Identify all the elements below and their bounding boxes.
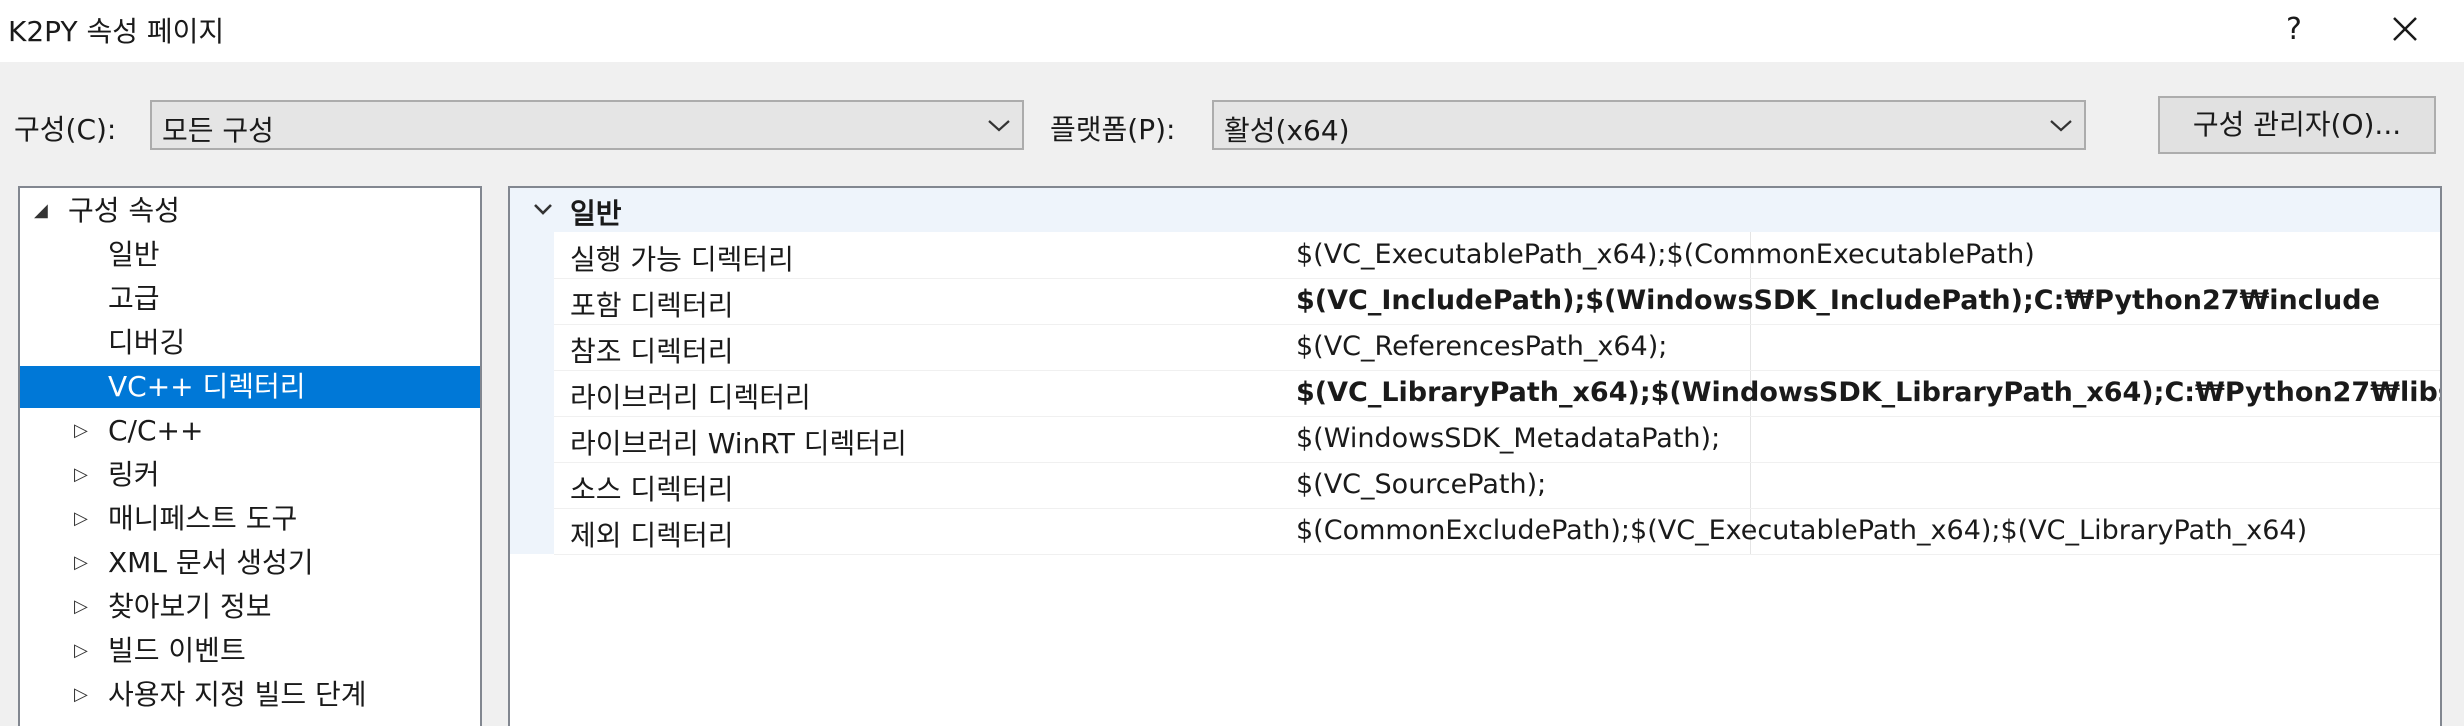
property-name: 포함 디렉터리 <box>570 289 734 322</box>
expand-triangle-icon[interactable]: ▷ <box>74 454 88 496</box>
chevron-down-icon <box>988 120 1010 132</box>
property-value[interactable]: $(CommonExcludePath);$(VC_ExecutablePath… <box>1296 515 2307 546</box>
property-name: 소스 디렉터리 <box>570 473 734 506</box>
grid-margin <box>510 232 554 554</box>
property-row-library-dirs[interactable]: 라이브러리 디렉터리 $(VC_LibraryPath_x64);$(Windo… <box>554 370 2440 417</box>
platform-label: 플랫폼(P): <box>1050 113 1176 146</box>
help-button[interactable]: ? <box>2264 4 2324 56</box>
property-name: 참조 디렉터리 <box>570 335 734 368</box>
tree-item-xml-doc-generator[interactable]: ▷ XML 문서 생성기 <box>20 542 480 584</box>
platform-dropdown[interactable]: 활성(x64) <box>1212 100 2086 150</box>
tree-item-config-properties[interactable]: ◢ 구성 속성 <box>20 190 480 232</box>
property-name: 제외 디렉터리 <box>570 519 734 552</box>
config-dropdown[interactable]: 모든 구성 <box>150 100 1024 150</box>
platform-dropdown-value: 활성(x64) <box>1224 114 1350 147</box>
property-tree: ◢ 구성 속성 일반 고급 디버깅 VC++ 디렉터리 ▷ C/C++ ▷ 링커… <box>18 186 482 726</box>
collapse-triangle-icon[interactable]: ◢ <box>34 190 48 232</box>
property-row-executable-dirs[interactable]: 실행 가능 디렉터리 $(VC_ExecutablePath_x64);$(Co… <box>554 232 2440 279</box>
close-button[interactable] <box>2370 4 2440 56</box>
tree-item-c-cpp[interactable]: ▷ C/C++ <box>20 410 480 452</box>
expand-triangle-icon[interactable]: ▷ <box>74 586 88 628</box>
property-row-reference-dirs[interactable]: 참조 디렉터리 $(VC_ReferencesPath_x64); <box>554 324 2440 371</box>
property-name: 실행 가능 디렉터리 <box>570 243 794 276</box>
tree-item-general[interactable]: 일반 <box>20 234 480 276</box>
tree-item-browse-info[interactable]: ▷ 찾아보기 정보 <box>20 586 480 628</box>
property-row-exclude-dirs[interactable]: 제외 디렉터리 $(CommonExcludePath);$(VC_Execut… <box>554 508 2440 555</box>
title-bar: K2PY 속성 페이지 ? <box>0 0 2464 62</box>
property-value[interactable]: $(VC_IncludePath);$(WindowsSDK_IncludePa… <box>1296 285 2380 316</box>
config-dropdown-value: 모든 구성 <box>162 114 274 147</box>
expand-triangle-icon[interactable]: ▷ <box>74 542 88 584</box>
expand-triangle-icon[interactable]: ▷ <box>74 498 88 540</box>
property-value[interactable]: $(VC_SourcePath); <box>1296 469 1546 500</box>
config-label: 구성(C): <box>14 113 117 146</box>
close-icon <box>2393 17 2417 41</box>
config-manager-button[interactable]: 구성 관리자(O)... <box>2158 96 2436 154</box>
window-title: K2PY 속성 페이지 <box>8 15 225 48</box>
tree-item-debugging[interactable]: 디버깅 <box>20 322 480 364</box>
category-label: 일반 <box>570 197 622 230</box>
property-value[interactable]: $(VC_ReferencesPath_x64); <box>1296 331 1667 362</box>
tree-item-manifest-tool[interactable]: ▷ 매니페스트 도구 <box>20 498 480 540</box>
tree-item-linker[interactable]: ▷ 링커 <box>20 454 480 496</box>
property-value[interactable]: $(WindowsSDK_MetadataPath); <box>1296 423 1720 454</box>
property-name: 라이브러리 WinRT 디렉터리 <box>570 427 907 460</box>
chevron-down-icon[interactable] <box>528 194 558 224</box>
property-row-winrt-library-dirs[interactable]: 라이브러리 WinRT 디렉터리 $(WindowsSDK_MetadataPa… <box>554 416 2440 463</box>
tree-item-build-events[interactable]: ▷ 빌드 이벤트 <box>20 630 480 672</box>
expand-triangle-icon[interactable]: ▷ <box>74 674 88 716</box>
expand-triangle-icon[interactable]: ▷ <box>74 630 88 672</box>
property-row-source-dirs[interactable]: 소스 디렉터리 $(VC_SourcePath); <box>554 462 2440 509</box>
tree-item-custom-build-step[interactable]: ▷ 사용자 지정 빌드 단계 <box>20 674 480 716</box>
property-row-include-dirs[interactable]: 포함 디렉터리 $(VC_IncludePath);$(WindowsSDK_I… <box>554 278 2440 325</box>
tree-item-advanced[interactable]: 고급 <box>20 278 480 320</box>
chevron-down-icon <box>2050 120 2072 132</box>
property-name: 라이브러리 디렉터리 <box>570 381 811 414</box>
expand-triangle-icon[interactable]: ▷ <box>74 410 88 452</box>
property-value[interactable]: $(VC_ExecutablePath_x64);$(CommonExecuta… <box>1296 239 2035 270</box>
category-header[interactable]: 일반 <box>510 188 2440 232</box>
property-grid: 일반 실행 가능 디렉터리 $(VC_ExecutablePath_x64);$… <box>508 186 2442 726</box>
property-value[interactable]: $(VC_LibraryPath_x64);$(WindowsSDK_Libra… <box>1296 377 2440 408</box>
tree-item-vc-directories[interactable]: VC++ 디렉터리 <box>20 366 480 408</box>
